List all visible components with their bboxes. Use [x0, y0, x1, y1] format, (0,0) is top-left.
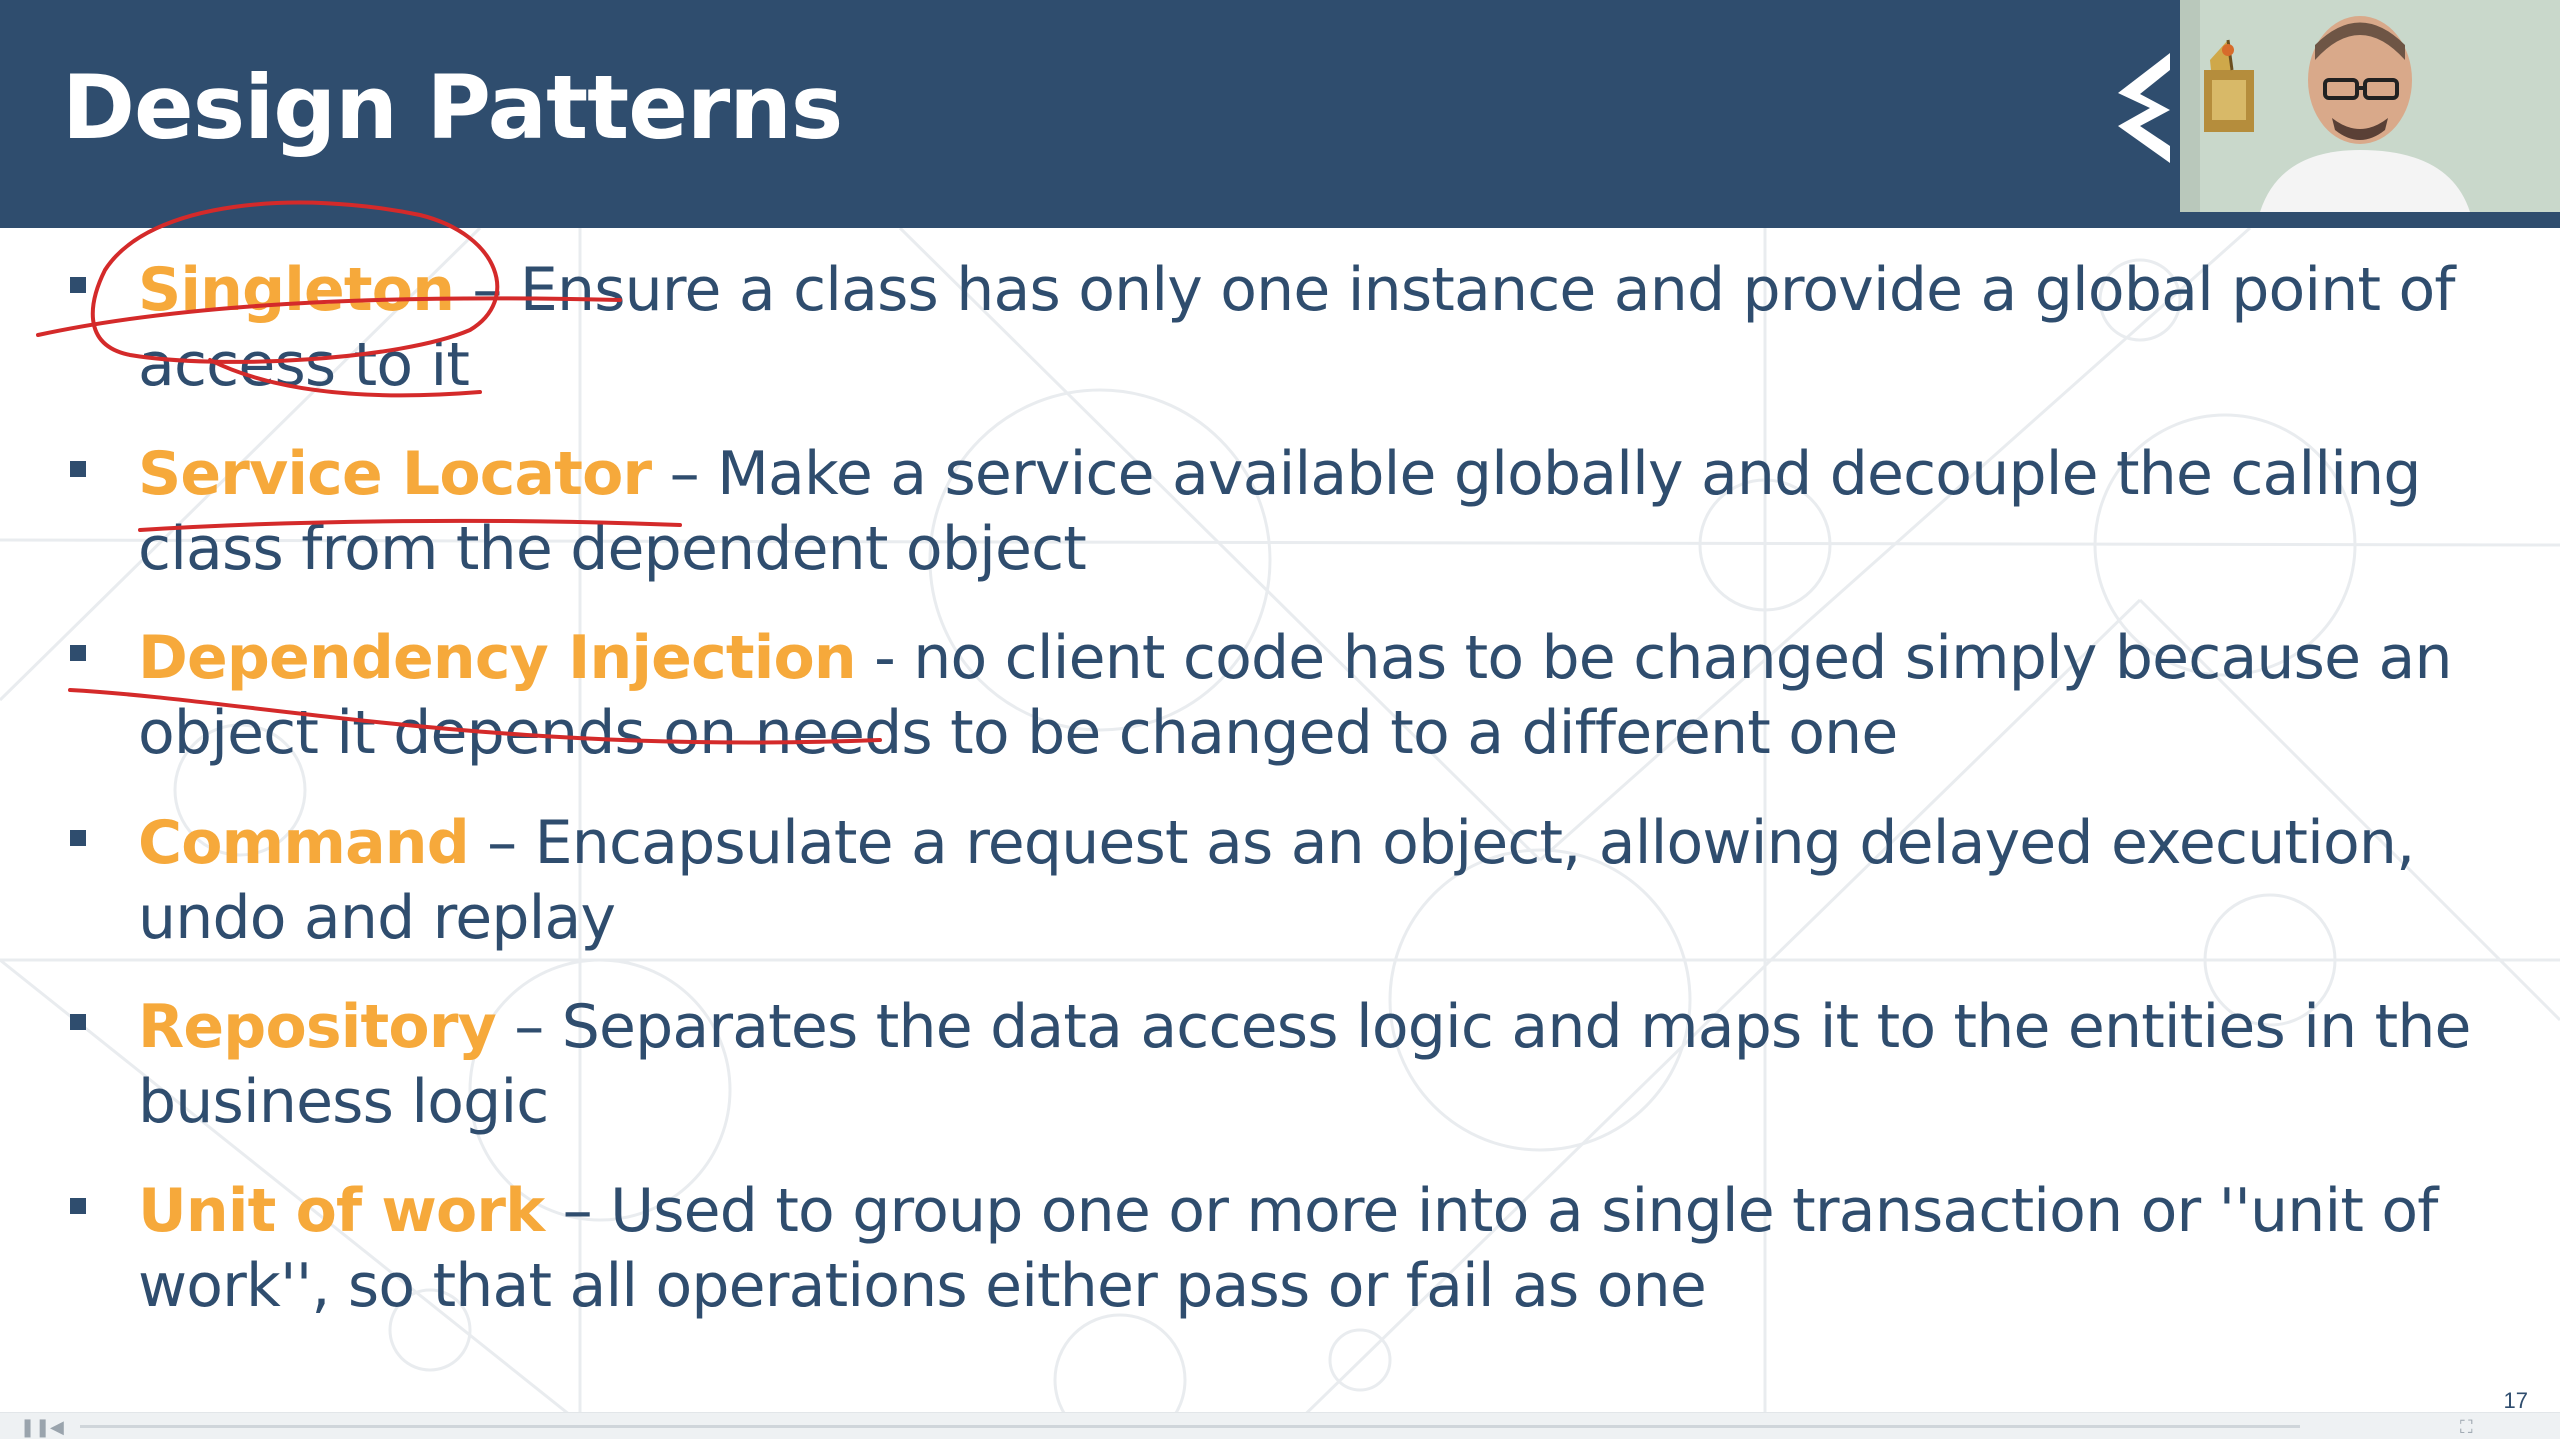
pattern-name: Repository — [138, 992, 497, 1062]
pattern-name: Command — [138, 808, 470, 878]
bullet-marker — [70, 461, 86, 477]
volume-icon[interactable]: ◀ — [50, 1417, 64, 1438]
bullet-list: Singleton – Ensure a class has only one … — [0, 0, 2560, 1439]
fullscreen-icon[interactable]: ⛶ — [2460, 1417, 2473, 1438]
bullet-marker — [70, 1198, 86, 1214]
bullet-marker — [70, 830, 86, 846]
pattern-name: Dependency Injection — [138, 623, 857, 693]
page-number: 17 — [2503, 1388, 2528, 1413]
pattern-name: Service Locator — [138, 439, 652, 509]
list-item: Singleton – Ensure a class has only one … — [70, 253, 2498, 403]
list-item: Dependency Injection - no client code ha… — [70, 621, 2498, 771]
bullet-marker — [70, 1014, 86, 1030]
play-icon[interactable]: ❚❚ — [20, 1417, 50, 1438]
list-item: Unit of work – Used to group one or more… — [70, 1174, 2498, 1324]
list-item: Repository – Separates the data access l… — [70, 990, 2498, 1140]
bullet-marker — [70, 645, 86, 661]
pattern-name: Singleton — [138, 255, 455, 325]
slide: Design Patterns Singleton – Ensure a cla… — [0, 0, 2560, 1439]
pattern-name: Unit of work — [138, 1176, 545, 1246]
list-item: Service Locator – Make a service availab… — [70, 437, 2498, 587]
bullet-marker — [70, 277, 86, 293]
pattern-description: – Ensure a class has only one instance a… — [138, 255, 2456, 400]
list-item: Command – Encapsulate a request as an ob… — [70, 806, 2498, 956]
pattern-description: – Encapsulate a request as an object, al… — [138, 808, 2415, 953]
progress-track[interactable] — [80, 1425, 2300, 1428]
player-controls: ❚❚ ◀ ⛶ — [0, 1412, 2560, 1439]
